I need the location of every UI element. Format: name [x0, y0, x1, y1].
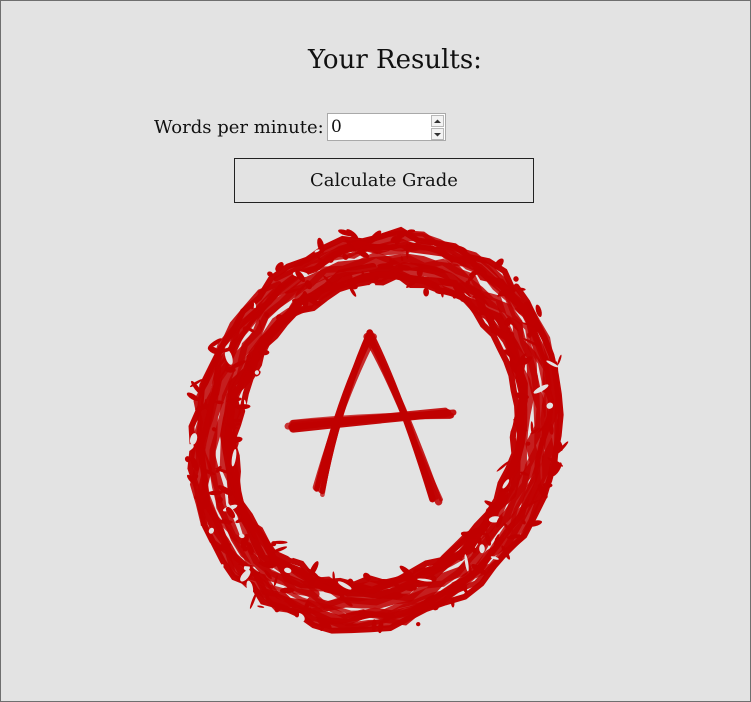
wpm-input[interactable] — [328, 114, 434, 140]
wpm-number-field — [327, 113, 446, 141]
wpm-label: Words per minute: — [154, 117, 324, 138]
calculate-grade-button[interactable]: Calculate Grade — [234, 158, 534, 203]
wpm-spinner — [431, 115, 444, 140]
grade-ring-scribble — [179, 226, 569, 634]
page-title: Your Results: — [308, 45, 482, 75]
spin-up-button[interactable] — [431, 115, 444, 127]
chevron-down-icon — [434, 132, 441, 136]
spin-down-button[interactable] — [431, 128, 444, 140]
grade-letter-a-scribble — [284, 329, 457, 506]
results-panel: Your Results: Words per minute: Calculat… — [0, 0, 751, 702]
grade-a-stamp-image — [179, 226, 569, 634]
chevron-up-icon — [434, 119, 441, 123]
